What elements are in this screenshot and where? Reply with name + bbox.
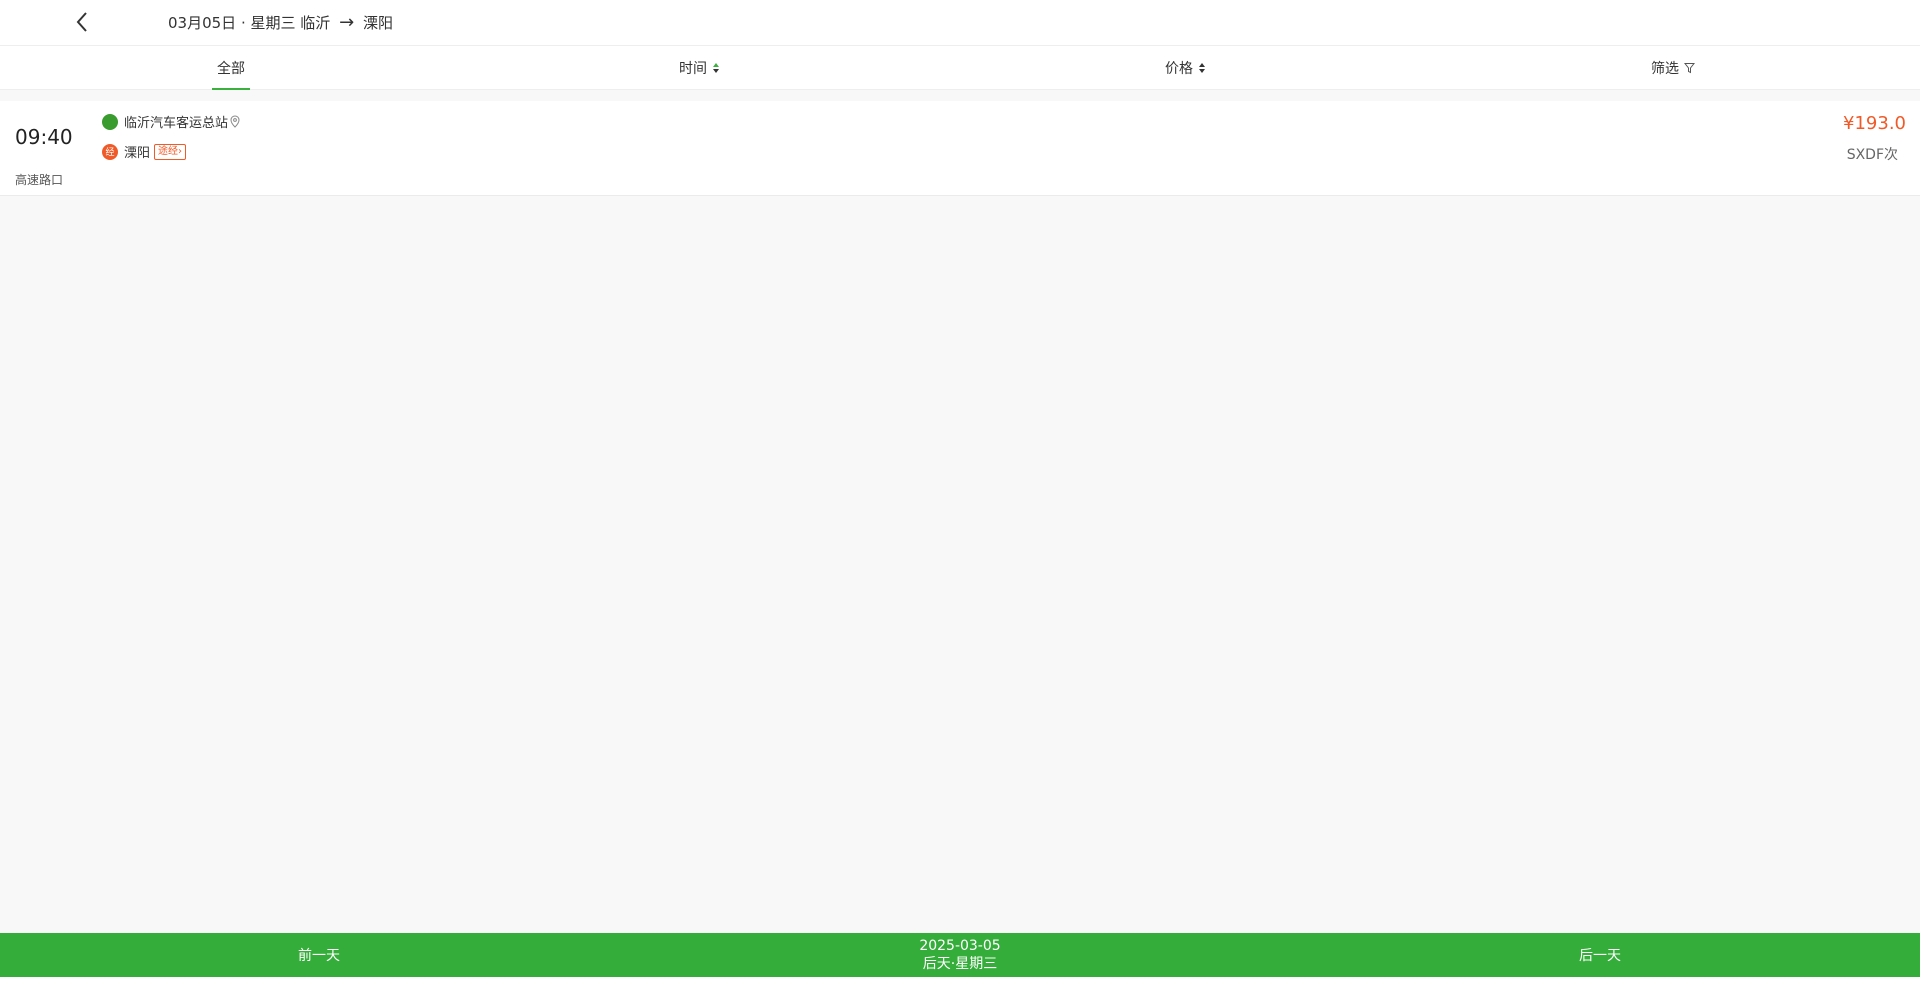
departure-station-row: 临沂汽车客运总站 [102, 112, 240, 131]
date-navigation-bar: 前一天 2025-03-05 后天·星期三 后一天 [0, 933, 1920, 977]
arrival-station: 溧阳 [124, 146, 151, 161]
origin-city: 临沂 [300, 14, 331, 32]
bus-number: SXDF次 [1846, 147, 1898, 163]
tab-all-label: 全部 [217, 61, 245, 77]
origin-station-icon [102, 113, 118, 130]
boarding-note: 高速路口 [15, 173, 64, 187]
departure-time: 09:40 [15, 125, 73, 149]
destination-city: 溧阳 [362, 14, 393, 32]
back-button[interactable] [70, 9, 94, 35]
current-day-label: 后天·星期三 [922, 956, 998, 972]
tab-time-label: 时间 [679, 61, 707, 77]
tab-time[interactable]: 时间 [679, 46, 720, 90]
chevron-right-icon: › [178, 145, 183, 157]
tab-price[interactable]: 价格 [1165, 46, 1206, 90]
header: 03月05日 · 星期三 临沂 → 溧阳 [0, 0, 1920, 46]
via-stops-button[interactable]: 途经› [154, 143, 187, 160]
tab-filter-label: 筛选 [1651, 61, 1679, 77]
sort-tabs: 全部 时间 价格 筛选 [0, 46, 1920, 90]
sort-icon [713, 63, 719, 73]
content-background [0, 90, 1920, 933]
route-arrow: → [339, 12, 355, 33]
location-pin-icon[interactable] [230, 114, 240, 129]
tab-filter[interactable]: 筛选 [1651, 46, 1695, 90]
departure-station: 临沂汽车客运总站 [124, 116, 229, 131]
prev-day-button[interactable]: 前一天 [298, 933, 340, 977]
travel-date: 03月05日 · 星期三 [168, 14, 296, 32]
page-title: 03月05日 · 星期三 临沂 → 溧阳 [168, 12, 393, 33]
active-tab-indicator [212, 88, 250, 90]
via-stops-label: 途经 [158, 145, 179, 157]
filter-icon [1684, 63, 1695, 74]
current-date: 2025-03-05 [919, 938, 1001, 954]
trip-list-item[interactable]: 09:40 高速路口 临沂汽车客运总站 经 溧阳 途经› ¥193.0 SXDF… [0, 101, 1920, 196]
chevron-left-icon [76, 12, 87, 32]
sort-icon [1199, 63, 1205, 73]
arrival-station-row: 经 溧阳 途经› [102, 142, 187, 161]
next-day-button[interactable]: 后一天 [1579, 933, 1621, 977]
ticket-price: ¥193.0 [1843, 113, 1906, 134]
current-date-button[interactable]: 2025-03-05 后天·星期三 [900, 937, 1020, 973]
via-station-icon: 经 [102, 143, 118, 160]
tab-price-label: 价格 [1165, 61, 1193, 77]
tab-all[interactable]: 全部 [217, 46, 245, 90]
